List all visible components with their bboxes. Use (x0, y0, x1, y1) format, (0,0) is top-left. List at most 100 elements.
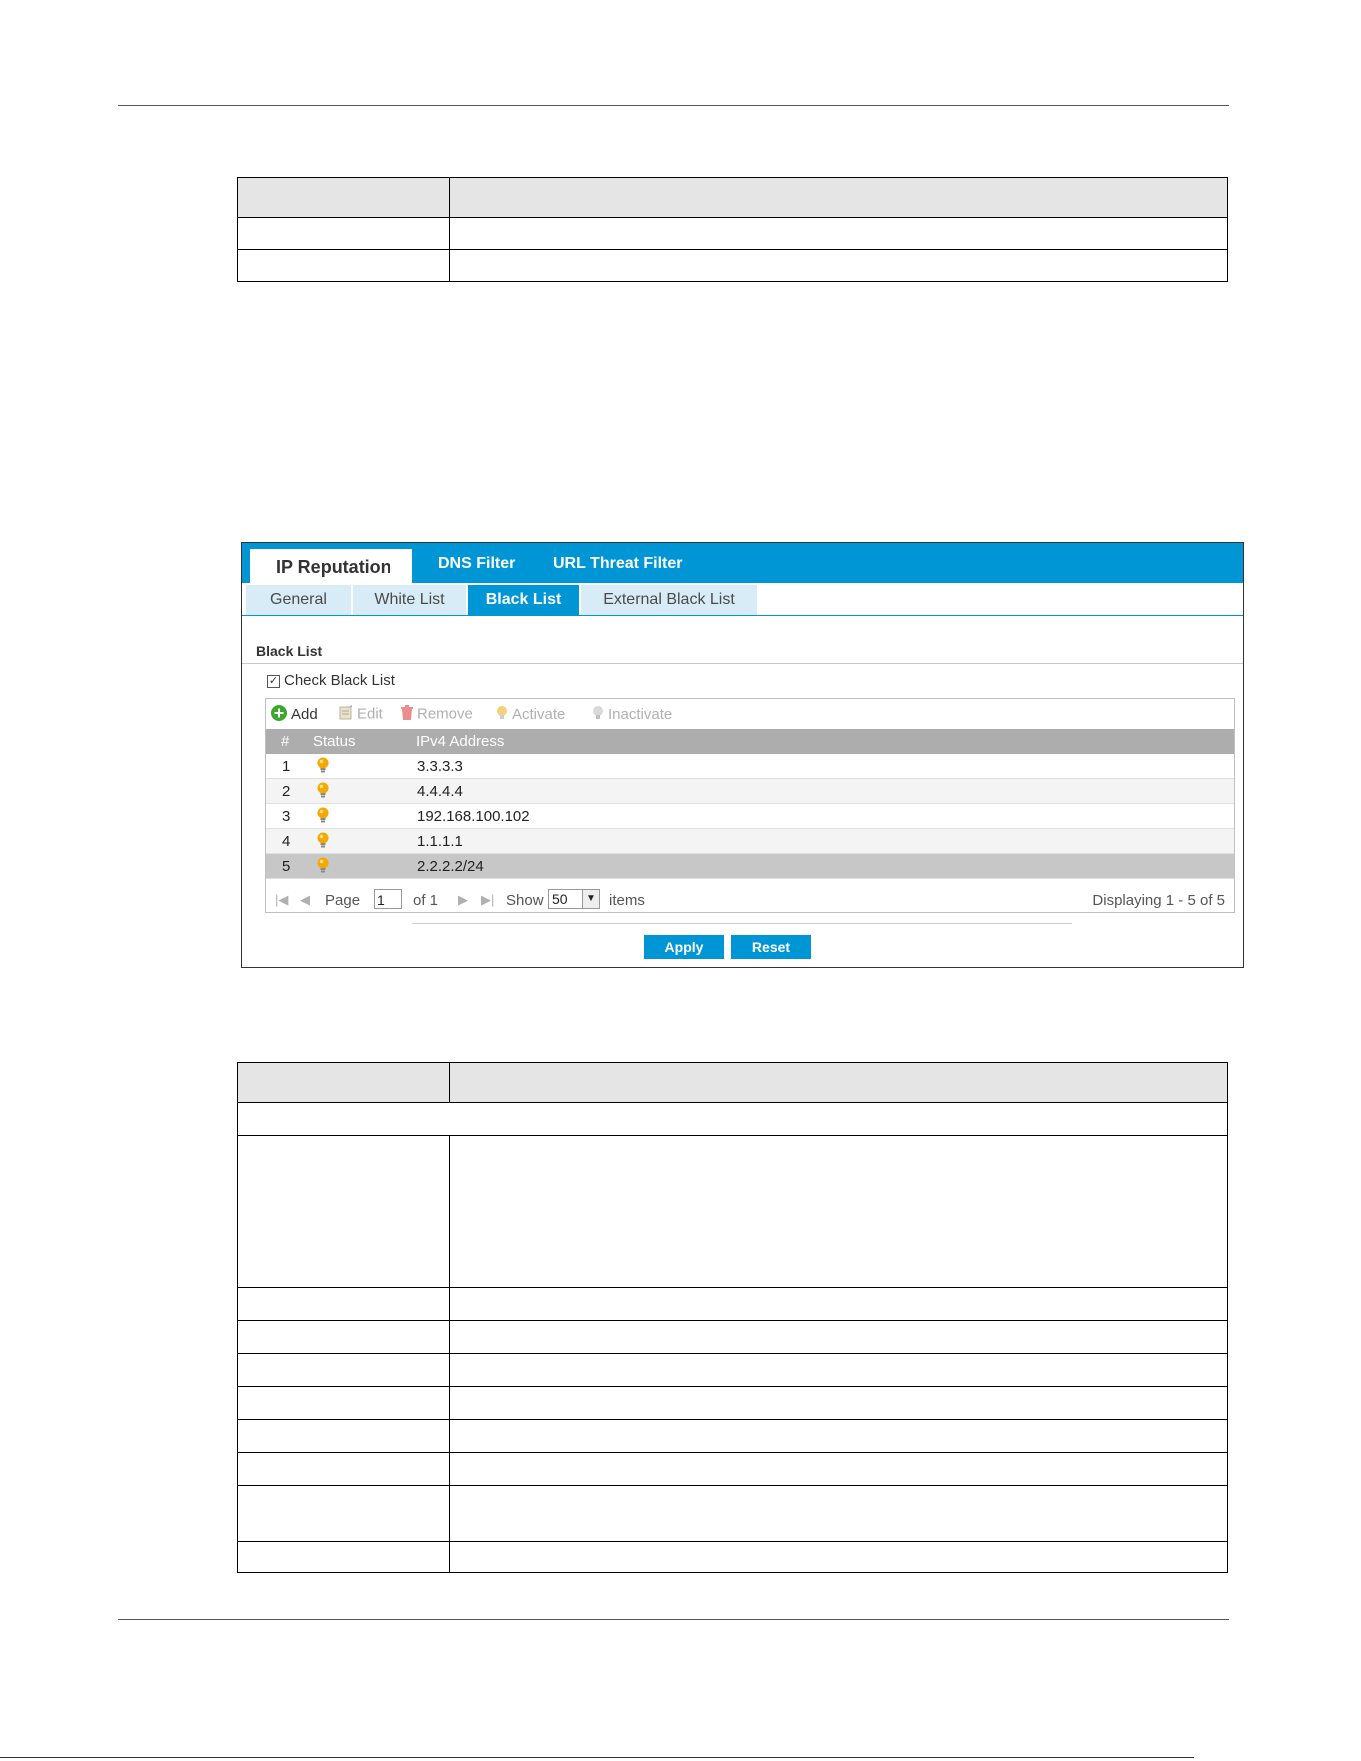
activate-button[interactable]: Activate (496, 705, 565, 725)
lightbulb-off-icon (592, 705, 604, 725)
pager: |◀ ◀ Page 1 of 1 ▶ ▶| Show 50 ▼ items Dis… (266, 887, 1234, 913)
doc-table-top-cell (237, 217, 450, 250)
doc-table-bottom-cell (449, 1485, 1228, 1542)
subtab-black-list[interactable]: Black List (468, 585, 579, 615)
page-number-input[interactable]: 1 (374, 889, 402, 909)
table-row[interactable]: 2 4.4.4.4 (266, 779, 1234, 804)
status-active-bulb-icon (317, 757, 329, 778)
subtab-white-list[interactable]: White List (353, 585, 466, 615)
next-page-icon[interactable]: ▶ (458, 892, 468, 908)
page-bottom-rule (0, 1757, 1194, 1758)
doc-table-bottom-section-row (237, 1102, 1228, 1136)
grid-header: # Status IPv4 Address (266, 729, 1234, 754)
show-label: Show (506, 892, 544, 909)
page-header-rule (118, 105, 1229, 106)
column-header-number[interactable]: # (281, 733, 289, 750)
activate-label: Activate (512, 705, 566, 723)
add-button[interactable]: Add (271, 705, 318, 725)
items-per-page-value: 50 (552, 891, 568, 907)
subtab-external-black-list[interactable]: External Black List (581, 585, 757, 615)
tab-ip-reputation[interactable]: IP Reputation (250, 549, 412, 583)
doc-table-bottom-cell (237, 1485, 450, 1542)
doc-table-bottom-cell (449, 1353, 1228, 1387)
doc-table-bottom-cell (449, 1452, 1228, 1486)
add-label: Add (291, 705, 318, 723)
row-number: 1 (282, 758, 291, 775)
inactivate-button[interactable]: Inactivate (592, 705, 672, 725)
doc-table-bottom-cell (237, 1135, 450, 1288)
table-row[interactable]: 1 3.3.3.3 (266, 754, 1234, 779)
section-title: Black List (256, 643, 323, 659)
edit-button[interactable]: Edit (339, 705, 383, 724)
doc-table-bottom (237, 1062, 1228, 1573)
doc-table-top (237, 177, 1228, 282)
button-divider (412, 923, 1072, 924)
apply-button[interactable]: Apply (644, 935, 724, 959)
reset-button[interactable]: Reset (731, 935, 811, 959)
row-number: 3 (282, 808, 291, 825)
page-footer-rule (118, 1619, 1229, 1620)
table-row[interactable]: 4 1.1.1.1 (266, 829, 1234, 854)
doc-table-bottom-cell (449, 1135, 1228, 1288)
prev-page-icon[interactable]: ◀ (300, 892, 310, 908)
column-header-status[interactable]: Status (313, 733, 356, 750)
doc-table-top-cell (449, 217, 1228, 250)
row-number: 2 (282, 783, 291, 800)
trash-icon (401, 705, 413, 724)
doc-table-top-cell (449, 249, 1228, 282)
row-ipv4-address: 2.2.2.2/24 (417, 858, 484, 875)
doc-table-top-header-1 (237, 177, 450, 218)
tab-dns-filter[interactable]: DNS Filter (438, 543, 515, 583)
check-black-list-checkbox[interactable]: ✓ (267, 675, 280, 688)
doc-table-bottom-cell (449, 1320, 1228, 1354)
doc-table-top-cell (237, 249, 450, 282)
items-label: items (609, 892, 645, 909)
displaying-count: Displaying 1 - 5 of 5 (1092, 892, 1225, 909)
inactivate-label: Inactivate (608, 705, 673, 723)
lightbulb-on-icon (496, 705, 508, 725)
status-active-bulb-icon (317, 857, 329, 878)
column-header-ipv4-address[interactable]: IPv4 Address (416, 733, 504, 750)
doc-table-bottom-cell (237, 1386, 450, 1420)
status-active-bulb-icon (317, 807, 329, 828)
doc-table-bottom-cell (237, 1541, 450, 1573)
section-divider (242, 663, 1243, 664)
blacklist-screen: IP Reputation DNS Filter URL Threat Filt… (241, 542, 1244, 968)
status-active-bulb-icon (317, 782, 329, 803)
row-number: 5 (282, 858, 291, 875)
doc-table-bottom-cell (449, 1541, 1228, 1573)
sub-tab-bar: General White List Black List External B… (242, 583, 1243, 616)
check-black-list-label: Check Black List (284, 672, 395, 689)
status-active-bulb-icon (317, 832, 329, 853)
doc-table-bottom-header-1 (237, 1062, 450, 1103)
doc-table-bottom-cell (237, 1320, 450, 1354)
items-per-page-select[interactable]: 50 ▼ (548, 889, 600, 909)
doc-table-bottom-cell (449, 1419, 1228, 1453)
table-row[interactable]: 3 192.168.100.102 (266, 804, 1234, 829)
grid-toolbar: Add Edit Remove Activate Inactivate (266, 699, 1234, 729)
remove-button[interactable]: Remove (401, 705, 473, 724)
subtab-general[interactable]: General (246, 585, 351, 615)
doc-table-bottom-cell (237, 1353, 450, 1387)
row-ipv4-address: 4.4.4.4 (417, 783, 463, 800)
add-icon (271, 705, 287, 725)
main-tab-bar: IP Reputation DNS Filter URL Threat Filt… (242, 543, 1243, 583)
remove-label: Remove (417, 705, 473, 723)
row-ipv4-address: 3.3.3.3 (417, 758, 463, 775)
doc-table-bottom-cell (237, 1419, 450, 1453)
tab-url-threat-filter[interactable]: URL Threat Filter (553, 543, 683, 583)
page-count-label: of 1 (413, 892, 439, 909)
row-number: 4 (282, 833, 291, 850)
doc-table-bottom-cell (237, 1287, 450, 1321)
doc-table-top-header-2 (449, 177, 1228, 218)
table-row-selected[interactable]: 5 2.2.2.2/24 (266, 854, 1234, 879)
chevron-down-icon: ▼ (582, 890, 599, 908)
doc-table-bottom-cell (237, 1452, 450, 1486)
doc-table-bottom-cell (449, 1386, 1228, 1420)
first-page-icon[interactable]: |◀ (275, 892, 288, 908)
last-page-icon[interactable]: ▶| (481, 892, 494, 908)
blacklist-grid: Add Edit Remove Activate Inactivate # St… (265, 698, 1235, 913)
doc-table-bottom-cell (449, 1287, 1228, 1321)
edit-label: Edit (357, 705, 383, 723)
row-ipv4-address: 192.168.100.102 (417, 808, 530, 825)
